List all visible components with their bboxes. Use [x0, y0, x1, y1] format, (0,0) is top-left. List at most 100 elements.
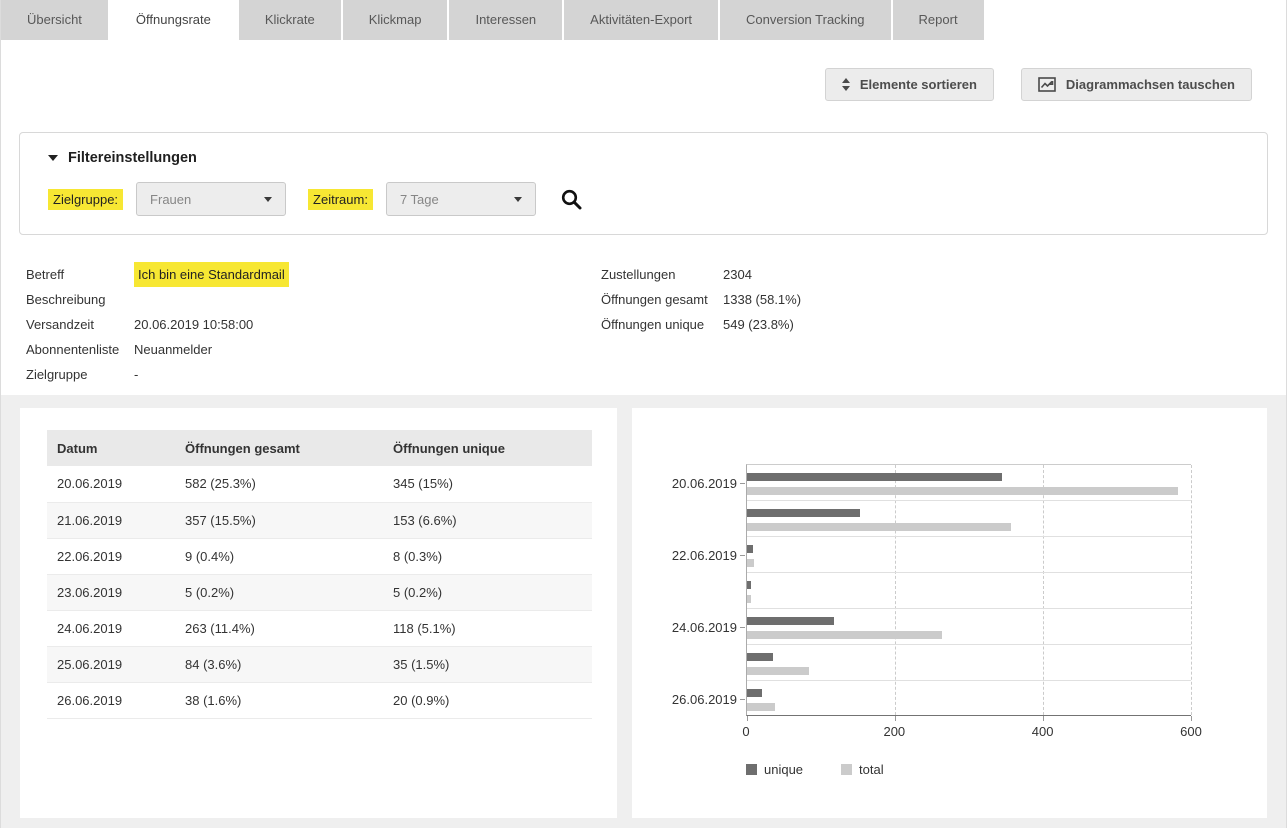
bar-total [747, 631, 942, 639]
chart-axis-tick [1191, 716, 1192, 721]
open-rate-table-card: DatumÖffnungen gesamtÖffnungen unique 20… [20, 408, 617, 818]
table-cell: 582 (25.3%) [175, 466, 383, 502]
bar-unique [747, 545, 753, 553]
main-panel: Elemente sortieren Diagrammachsen tausch… [1, 40, 1286, 395]
bar-unique [747, 473, 1002, 481]
x-tick-label: 200 [883, 724, 905, 739]
chart-icon [1038, 77, 1056, 92]
table-cell: 21.06.2019 [47, 502, 175, 538]
tab--ffnungsrate[interactable]: Öffnungsrate [110, 0, 237, 40]
chart-y-tick [740, 627, 745, 628]
legend-swatch-unique [746, 764, 757, 775]
bar-total [747, 667, 809, 675]
legend-label: unique [764, 762, 803, 777]
chevron-down-icon [514, 197, 522, 202]
legend-label: total [859, 762, 884, 777]
bar-unique [747, 689, 762, 697]
detail-row: Öffnungen gesamt1338 (58.1%) [601, 287, 1176, 312]
table-cell: 25.06.2019 [47, 646, 175, 682]
search-icon[interactable] [560, 188, 583, 211]
detail-value: - [134, 362, 138, 387]
chart-category-row [747, 645, 1191, 681]
detail-value: 2304 [723, 262, 752, 287]
filter-settings-toggle[interactable]: Filtereinstellungen [48, 150, 1239, 166]
chart-legend: unique total [746, 762, 1267, 777]
tab--bersicht[interactable]: Übersicht [1, 0, 108, 40]
detail-value: 549 (23.8%) [723, 312, 794, 337]
sort-elements-button[interactable]: Elemente sortieren [825, 68, 994, 101]
table-cell: 35 (1.5%) [383, 646, 592, 682]
tab-report[interactable]: Report [893, 0, 984, 40]
tab-klickrate[interactable]: Klickrate [239, 0, 341, 40]
chart-x-axis: 0200400600 [746, 724, 1191, 742]
zeitraum-label: Zeitraum: [308, 189, 373, 210]
chevron-down-icon [264, 197, 272, 202]
detail-row: Öffnungen unique549 (23.8%) [601, 312, 1176, 337]
sort-icon [842, 78, 850, 91]
detail-row: Zustellungen2304 [601, 262, 1176, 287]
bar-chart-plot: 20.06.201922.06.201924.06.201926.06.2019 [746, 464, 1191, 716]
chart-y-tick [740, 555, 745, 556]
bar-unique [747, 581, 751, 589]
chart-category-row [747, 501, 1191, 537]
table-row: 21.06.2019357 (15.5%)153 (6.6%) [47, 502, 592, 538]
bar-unique [747, 617, 834, 625]
detail-label: Zielgruppe [26, 362, 134, 387]
x-tick-label: 0 [742, 724, 749, 739]
chart-category-label: 26.06.2019 [672, 692, 737, 707]
zeitraum-dropdown[interactable]: 7 Tage [386, 182, 536, 216]
detail-value: 20.06.2019 10:58:00 [134, 312, 253, 337]
mailing-details-left: BetreffIch bin eine StandardmailBeschrei… [26, 262, 601, 387]
detail-value: Neuanmelder [134, 337, 212, 362]
table-cell: 9 (0.4%) [175, 538, 383, 574]
legend-swatch-total [841, 764, 852, 775]
mailing-details: BetreffIch bin eine StandardmailBeschrei… [1, 262, 1286, 387]
bar-unique [747, 509, 860, 517]
chart-category-label: 24.06.2019 [672, 620, 737, 635]
zielgruppe-selected-value: Frauen [150, 192, 191, 207]
swap-chart-axes-button[interactable]: Diagrammachsen tauschen [1021, 68, 1252, 101]
bar-total [747, 595, 751, 603]
table-cell: 20 (0.9%) [383, 682, 592, 718]
table-cell: 20.06.2019 [47, 466, 175, 502]
table-row: 25.06.201984 (3.6%)35 (1.5%) [47, 646, 592, 682]
filter-settings-title: Filtereinstellungen [68, 150, 197, 166]
legend-item-unique: unique [746, 762, 803, 777]
table-row: 23.06.20195 (0.2%)5 (0.2%) [47, 574, 592, 610]
table-cell: 5 (0.2%) [383, 574, 592, 610]
table-cell: 118 (5.1%) [383, 610, 592, 646]
detail-row: Versandzeit20.06.2019 10:58:00 [26, 312, 601, 337]
table-column-header: Öffnungen unique [383, 430, 592, 466]
bar-total [747, 703, 775, 711]
zielgruppe-dropdown[interactable]: Frauen [136, 182, 286, 216]
chart-category-row: 24.06.2019 [747, 609, 1191, 645]
detail-label: Öffnungen unique [601, 312, 723, 337]
detail-row: AbonnentenlisteNeuanmelder [26, 337, 601, 362]
collapse-caret-icon [48, 155, 58, 161]
tab-aktivit-ten-export[interactable]: Aktivitäten-Export [564, 0, 718, 40]
chart-category-row: 26.06.2019 [747, 681, 1191, 717]
table-row: 26.06.201938 (1.6%)20 (0.9%) [47, 682, 592, 718]
detail-value: Ich bin eine Standardmail [134, 262, 289, 287]
table-row: 22.06.20199 (0.4%)8 (0.3%) [47, 538, 592, 574]
chart-category-row: 20.06.2019 [747, 465, 1191, 501]
detail-label: Öffnungen gesamt [601, 287, 723, 312]
analytics-page: ÜbersichtÖffnungsrateKlickrateKlickmapIn… [0, 0, 1287, 828]
table-cell: 84 (3.6%) [175, 646, 383, 682]
zielgruppe-label: Zielgruppe: [48, 189, 123, 210]
table-row: 20.06.2019582 (25.3%)345 (15%) [47, 466, 592, 502]
table-cell: 24.06.2019 [47, 610, 175, 646]
tab-conversion-tracking[interactable]: Conversion Tracking [720, 0, 891, 40]
swap-chart-axes-label: Diagrammachsen tauschen [1066, 77, 1235, 92]
detail-label: Betreff [26, 262, 134, 287]
detail-label: Zustellungen [601, 262, 723, 287]
sort-elements-label: Elemente sortieren [860, 77, 977, 92]
toolbar: Elemente sortieren Diagrammachsen tausch… [1, 40, 1286, 101]
tab-klickmap[interactable]: Klickmap [343, 0, 448, 40]
bar-total [747, 487, 1178, 495]
x-tick-label: 600 [1180, 724, 1202, 739]
results-section: DatumÖffnungen gesamtÖffnungen unique 20… [1, 395, 1286, 828]
tab-interessen[interactable]: Interessen [449, 0, 562, 40]
detail-value: 1338 (58.1%) [723, 287, 801, 312]
table-cell: 263 (11.4%) [175, 610, 383, 646]
